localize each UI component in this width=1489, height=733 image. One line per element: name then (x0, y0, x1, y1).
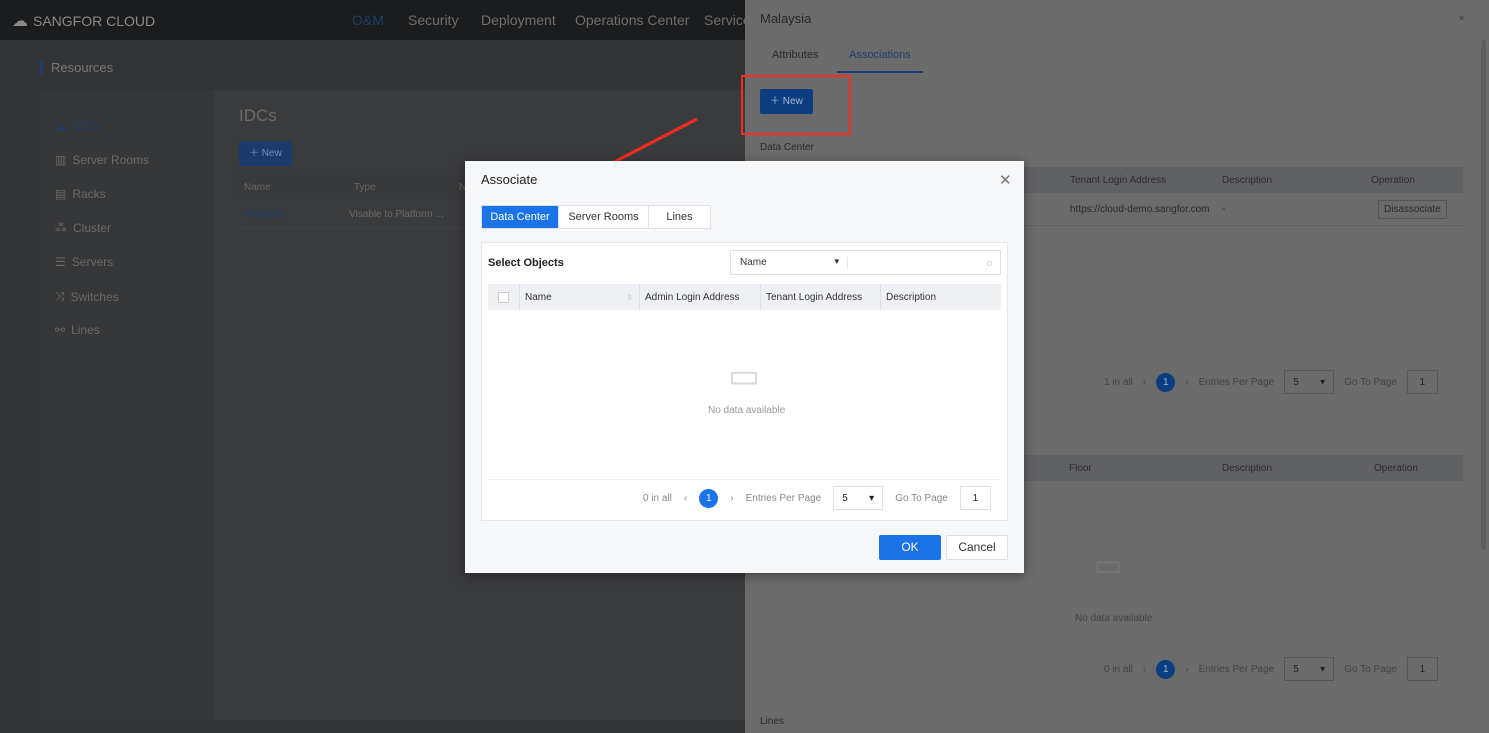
goto-page-input[interactable]: 1 (1406, 657, 1438, 681)
sidebar-item-servers[interactable]: ☰ Servers (55, 255, 113, 269)
tab-lines[interactable]: Lines (649, 206, 710, 228)
shuffle-icon: ⤨ (55, 289, 65, 303)
nav-om[interactable]: O&M (352, 12, 384, 28)
close-icon[interactable]: × (1459, 13, 1464, 23)
sidebar-item-lines[interactable]: ⚯ Lines (55, 323, 100, 337)
search-icon[interactable]: ○ (986, 256, 1000, 270)
building-icon: ▥ (55, 153, 67, 167)
sidebar-item-cluster[interactable]: ⁂ Cluster (55, 221, 111, 235)
sidebar: ☁ IDCs ▥ Server Rooms ▤ Racks ⁂ Cluster ☰ Ser… (40, 90, 212, 720)
search-field-select[interactable]: Name ▼ (731, 257, 848, 268)
tab-attributes[interactable]: Attributes (772, 49, 818, 61)
page-title: IDCs (239, 106, 277, 125)
cloud-logo-icon: ☁ (12, 13, 28, 30)
page-1[interactable]: 1 (1156, 372, 1176, 392)
logo: ☁ SANGFOR CLOUD (12, 13, 156, 30)
empty-inbox-icon: ▭ (1093, 549, 1123, 582)
nav-deployment[interactable]: Deployment (481, 12, 556, 28)
cloud-icon: ☁ (55, 119, 67, 133)
cluster-icon: ⁂ (55, 221, 67, 235)
empty-inbox-icon: ▭ (727, 357, 761, 395)
disassociate-button[interactable]: Disassociate (1378, 200, 1447, 219)
empty-message: No data available (1075, 613, 1153, 624)
plus-icon: ＋ (249, 148, 262, 159)
annotation-highlight (741, 75, 851, 135)
sidebar-item-switches[interactable]: ⤨ Switches (55, 289, 119, 304)
column-admin-login-address: Admin Login Address (640, 284, 761, 310)
sidebar-item-idcs[interactable]: ☁ IDCs (55, 119, 205, 133)
pagination: 1 in all ‹ 1 › Entries Per Page 5 ▾ Go To Pag… (1104, 370, 1438, 394)
data-center-section-title: Data Center (760, 142, 814, 153)
idc-link[interactable]: Malaysia (239, 209, 349, 220)
sidebar-item-racks[interactable]: ▤ Racks (55, 187, 106, 201)
tab-server-rooms[interactable]: Server Rooms (559, 206, 649, 228)
drawer-title: Malaysia (760, 11, 812, 26)
ok-button[interactable]: OK (879, 535, 941, 560)
prev-page-icon[interactable]: ‹ (684, 493, 687, 504)
prev-page-icon[interactable]: ‹ (1143, 664, 1146, 675)
sidebar-item-server-rooms[interactable]: ▥ Server Rooms (55, 153, 149, 167)
divider (488, 479, 1001, 480)
nav-service[interactable]: Service (704, 12, 751, 28)
pagination: 0 in all ‹ 1 › Entries Per Page 5 ▾ Go To Pag… (1104, 657, 1438, 681)
column-description: Description (886, 291, 937, 303)
page-1[interactable]: 1 (699, 488, 719, 508)
pagination: 0 in all ‹ 1 › Entries Per Page 5 ▾ Go To Pag… (643, 486, 991, 510)
caret-down-icon: ▼ (832, 257, 841, 266)
close-icon[interactable]: ✕ (999, 171, 1012, 189)
objects-table-header: Name ⇕ Admin Login Address Tenant Login A… (488, 284, 1001, 310)
sort-icon: ⇕ (626, 292, 633, 302)
entries-select[interactable]: 5 ▾ (1284, 657, 1335, 681)
search-bar: Name ▼ ○ (730, 250, 1001, 275)
lines-icon: ⚯ (55, 323, 66, 337)
associate-dialog: Associate ✕ Data Center Server Rooms Lin… (465, 161, 1024, 573)
column-tenant-login-address: Tenant Login Address (761, 284, 881, 310)
next-page-icon[interactable]: › (730, 493, 733, 504)
dialog-title: Associate (481, 172, 538, 187)
nav-security[interactable]: Security (408, 12, 459, 28)
select-objects-panel: Select Objects Name ▼ ○ Name ⇕ Admin Login… (481, 242, 1008, 521)
caret-down-icon: ▾ (869, 492, 875, 504)
entries-select[interactable]: 5 ▾ (1284, 370, 1335, 394)
page-1[interactable]: 1 (1156, 659, 1176, 679)
search-input[interactable] (847, 252, 986, 273)
lines-section-title: Lines (760, 716, 784, 727)
top-bar: ☁ SANGFOR CLOUD O&M Security Deployment O… (0, 0, 751, 40)
prev-page-icon[interactable]: ‹ (1143, 377, 1146, 388)
new-idc-button[interactable]: ＋ New (239, 141, 292, 166)
empty-message: No data available (708, 405, 786, 416)
caret-down-icon: ▾ (1320, 663, 1326, 675)
select-objects-label: Select Objects (488, 257, 564, 269)
next-page-icon[interactable]: › (1185, 664, 1188, 675)
server-icon: ☰ (55, 255, 66, 269)
select-all-checkbox[interactable] (498, 291, 509, 303)
cancel-button[interactable]: Cancel (946, 535, 1008, 560)
entries-select[interactable]: 5 ▾ (833, 486, 884, 510)
tab-associations[interactable]: Associations (837, 49, 923, 73)
section-title: Resources (40, 60, 113, 75)
goto-page-input[interactable]: 1 (959, 486, 991, 510)
object-type-tabs: Data Center Server Rooms Lines (481, 205, 711, 229)
caret-down-icon: ▾ (1320, 376, 1326, 388)
scrollbar[interactable] (1481, 40, 1486, 550)
nav-operations-center[interactable]: Operations Center (575, 12, 689, 28)
next-page-icon[interactable]: › (1185, 377, 1188, 388)
tab-data-center[interactable]: Data Center (482, 206, 559, 228)
rack-icon: ▤ (55, 187, 67, 201)
goto-page-input[interactable]: 1 (1406, 370, 1438, 394)
column-name[interactable]: Name ⇕ (520, 284, 640, 310)
